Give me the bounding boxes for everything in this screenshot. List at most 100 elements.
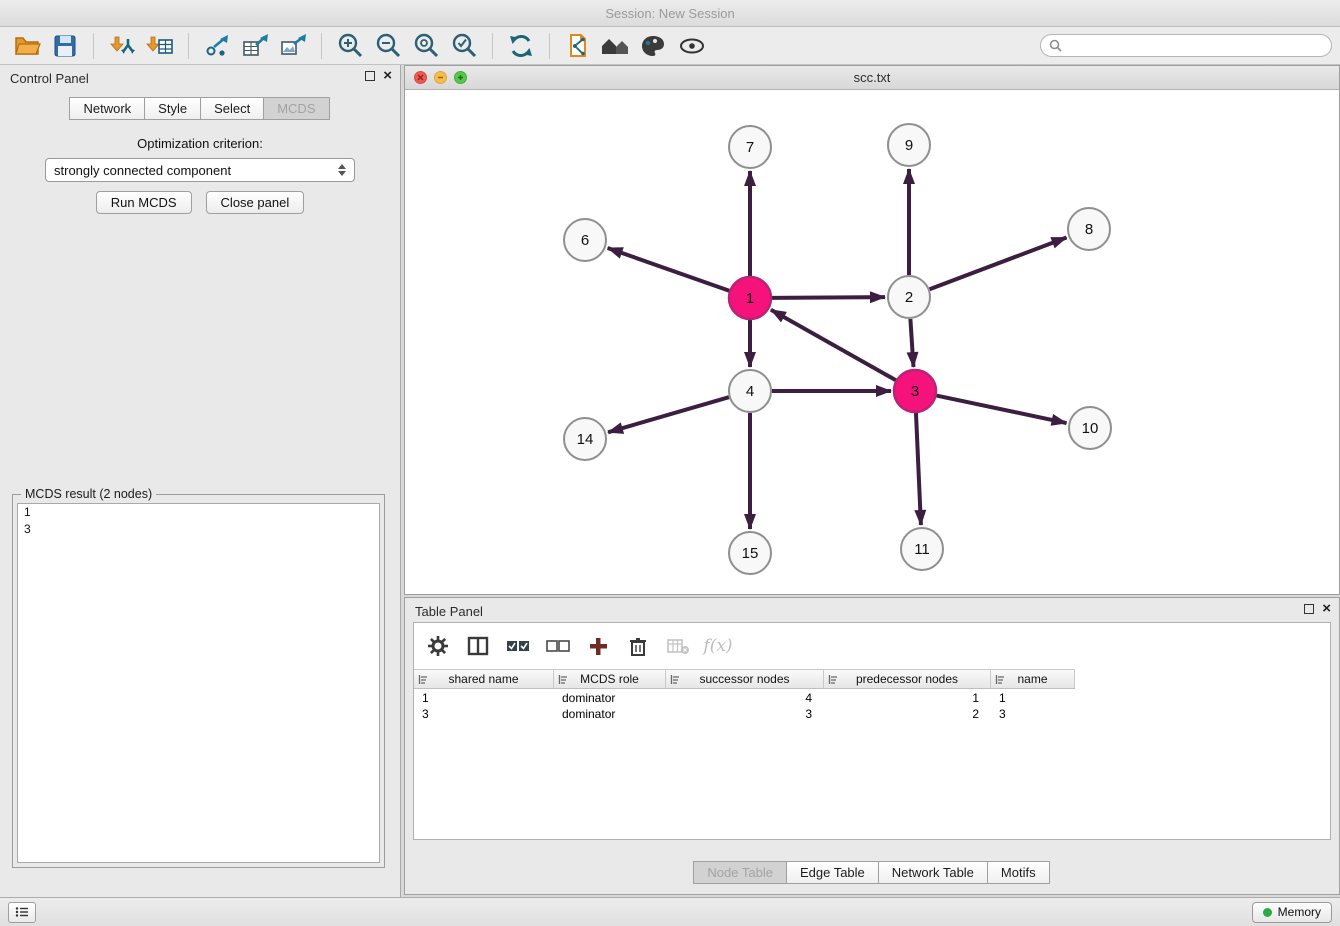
import-network-button[interactable]	[103, 30, 141, 62]
zoom-window-button[interactable]	[454, 71, 467, 84]
optimization-criterion-label: Optimization criterion:	[0, 136, 400, 151]
tab-select[interactable]: Select	[200, 97, 264, 120]
deselect-all-button[interactable]	[544, 632, 572, 660]
control-panel-tabs: Network Style Select MCDS	[0, 97, 400, 120]
columns-icon	[467, 636, 489, 656]
graph-edge-1-2[interactable]	[772, 297, 885, 298]
float-window-icon[interactable]	[1304, 604, 1314, 614]
tab-network[interactable]: Network	[69, 97, 145, 120]
task-history-button[interactable]	[8, 902, 36, 923]
search-icon	[1049, 39, 1062, 52]
graph-node-label: 14	[577, 431, 594, 448]
memory-status-icon	[1263, 908, 1272, 917]
table-settings-button[interactable]	[424, 632, 452, 660]
column-header-name[interactable]: name	[991, 670, 1075, 688]
export-network-button[interactable]	[198, 30, 236, 62]
save-session-button[interactable]	[46, 30, 84, 62]
graph-node-10[interactable]: 10	[1069, 407, 1111, 449]
table-arrow-icon	[241, 33, 269, 59]
graph-node-2[interactable]: 2	[888, 276, 930, 318]
close-panel-icon[interactable]: ×	[383, 70, 392, 82]
tab-style[interactable]: Style	[144, 97, 201, 120]
node-table: f(x) shared name MCDS role successor nod…	[413, 622, 1331, 840]
tab-edge-table[interactable]: Edge Table	[786, 861, 879, 884]
graph-node-8[interactable]: 8	[1068, 208, 1110, 250]
delete-table-button[interactable]	[664, 632, 692, 660]
memory-button[interactable]: Memory	[1252, 902, 1332, 923]
table-panel-tabs: Node Table Edge Table Network Table Moti…	[405, 861, 1339, 884]
column-header-shared-name[interactable]: shared name	[414, 670, 554, 688]
function-builder-button[interactable]: f(x)	[704, 632, 732, 660]
network-window-titlebar[interactable]: scc.txt	[405, 66, 1339, 90]
home-button[interactable]	[597, 30, 635, 62]
graph-edge-2-8[interactable]	[930, 237, 1067, 289]
float-window-icon[interactable]	[365, 71, 375, 81]
tab-node-table[interactable]: Node Table	[693, 861, 787, 884]
column-layout-button[interactable]	[464, 632, 492, 660]
cell-successor-nodes: 4	[666, 690, 824, 706]
zoom-in-button[interactable]	[331, 30, 369, 62]
graph-node-4[interactable]: 4	[729, 370, 771, 412]
import-table-button[interactable]	[141, 30, 179, 62]
column-sort-icon	[995, 674, 1006, 685]
zoom-out-button[interactable]	[369, 30, 407, 62]
graph-node-label: 6	[581, 232, 589, 249]
zoom-fit-button[interactable]	[407, 30, 445, 62]
copy-document-icon	[564, 32, 592, 60]
delete-column-button[interactable]	[624, 632, 652, 660]
graph-edge-4-14[interactable]	[608, 397, 729, 432]
toolbar-separator	[549, 33, 550, 59]
close-panel-button[interactable]: Close panel	[206, 191, 305, 214]
zoom-in-icon	[336, 32, 364, 60]
graph-node-1[interactable]: 1	[729, 277, 771, 319]
close-panel-icon[interactable]: ×	[1322, 603, 1331, 615]
mcds-result-list[interactable]: 1 3	[17, 503, 380, 863]
tab-motifs[interactable]: Motifs	[987, 861, 1050, 884]
column-header-predecessor-nodes[interactable]: predecessor nodes	[824, 670, 991, 688]
export-image-button[interactable]	[274, 30, 312, 62]
graph-node-3[interactable]: 3	[894, 370, 936, 412]
network-canvas[interactable]: 7 9 6 8 1 2 4 3 14 10 15 11	[405, 90, 1339, 594]
graph-node-11[interactable]: 11	[901, 528, 943, 570]
column-sort-icon	[418, 674, 429, 685]
cell-name: 1	[991, 690, 1075, 706]
graph-edge-3-11[interactable]	[916, 413, 921, 525]
tab-network-table[interactable]: Network Table	[878, 861, 988, 884]
run-mcds-button[interactable]: Run MCDS	[96, 191, 192, 214]
column-header-mcds-role[interactable]: MCDS role	[554, 670, 666, 688]
close-window-button[interactable]	[414, 71, 427, 84]
import-network-icon	[108, 33, 136, 59]
graph-node-7[interactable]: 7	[729, 126, 771, 168]
titlebar[interactable]: Session: New Session	[0, 0, 1340, 27]
graph-edge-2-3[interactable]	[910, 319, 913, 367]
add-column-button[interactable]	[584, 632, 612, 660]
refresh-button[interactable]	[502, 30, 540, 62]
cell-mcds-role: dominator	[554, 690, 666, 706]
tab-mcds[interactable]: MCDS	[263, 97, 329, 120]
search-field[interactable]	[1040, 34, 1332, 57]
graph-edge-3-10[interactable]	[937, 396, 1067, 423]
style-button[interactable]	[635, 30, 673, 62]
table-row[interactable]: 3 dominator 3 2 3	[414, 706, 1075, 722]
network-window: scc.txt 7 9 6 8 1 2 4 3 14 10 15 11	[404, 65, 1340, 595]
select-all-button[interactable]	[504, 632, 532, 660]
minimize-window-button[interactable]	[434, 71, 447, 84]
visibility-button[interactable]	[673, 30, 711, 62]
graph-node-6[interactable]: 6	[564, 219, 606, 261]
graph-node-9[interactable]: 9	[888, 124, 930, 166]
column-header-successor-nodes[interactable]: successor nodes	[666, 670, 824, 688]
trash-icon	[628, 636, 648, 657]
open-session-button[interactable]	[8, 30, 46, 62]
graph-edge-3-1[interactable]	[771, 310, 896, 380]
export-table-button[interactable]	[236, 30, 274, 62]
table-row[interactable]: 1 dominator 4 1 1	[414, 690, 1075, 706]
checked-boxes-icon	[506, 638, 530, 654]
graph-node-15[interactable]: 15	[729, 532, 771, 574]
zoom-selected-button[interactable]	[445, 30, 483, 62]
graph-node-14[interactable]: 14	[564, 418, 606, 460]
graph-edge-1-6[interactable]	[608, 248, 730, 291]
application-window: Session: New Session	[0, 0, 1340, 926]
search-input[interactable]	[1067, 39, 1323, 53]
criterion-dropdown[interactable]: strongly connected component	[45, 158, 355, 182]
copy-network-button[interactable]	[559, 30, 597, 62]
